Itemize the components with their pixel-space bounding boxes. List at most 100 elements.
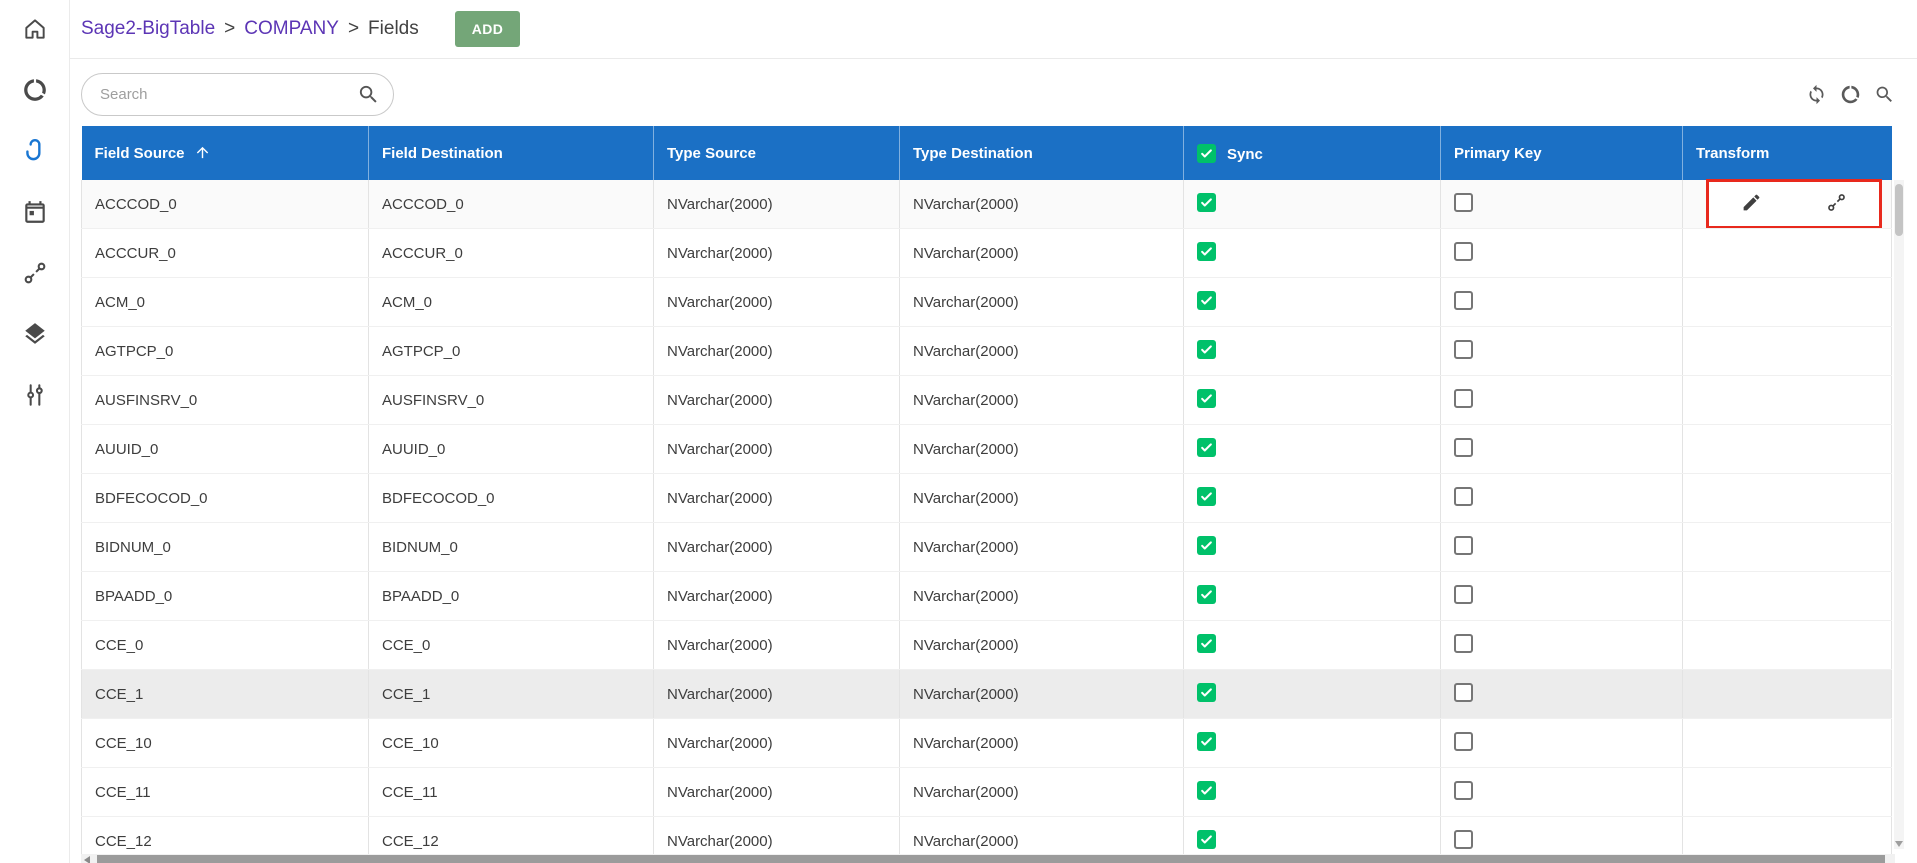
sync-checkbox[interactable]: [1197, 487, 1216, 506]
table-row[interactable]: BDFECOCOD_0 BDFECOCOD_0 NVarchar(2000) N…: [82, 474, 1892, 523]
cell-type-source: NVarchar(2000): [654, 376, 900, 425]
table-row[interactable]: BPAADD_0 BPAADD_0 NVarchar(2000) NVarcha…: [82, 572, 1892, 621]
table-row[interactable]: CCE_0 CCE_0 NVarchar(2000) NVarchar(2000…: [82, 621, 1892, 670]
table-row[interactable]: BIDNUM_0 BIDNUM_0 NVarchar(2000) NVarcha…: [82, 523, 1892, 572]
sync-checkbox[interactable]: [1197, 781, 1216, 800]
cell-type-destination: NVarchar(2000): [900, 572, 1184, 621]
scroll-down-arrow-icon[interactable]: [1895, 841, 1903, 847]
cell-sync: [1184, 768, 1441, 817]
sync-all-checkbox[interactable]: [1197, 144, 1216, 163]
cell-text: AGTPCP_0: [95, 343, 173, 360]
table-row[interactable]: CCE_1 CCE_1 NVarchar(2000) NVarchar(2000…: [82, 670, 1892, 719]
primary-key-checkbox[interactable]: [1454, 438, 1473, 457]
search-icon[interactable]: [1874, 84, 1895, 105]
sidebar-item-home[interactable]: [22, 16, 48, 42]
sync-checkbox[interactable]: [1197, 634, 1216, 653]
sidebar-item-schedule[interactable]: [22, 199, 48, 225]
pie-chart-icon[interactable]: [1840, 84, 1861, 105]
primary-key-checkbox[interactable]: [1454, 781, 1473, 800]
cell-type-source: NVarchar(2000): [654, 719, 900, 768]
table-row[interactable]: CCE_10 CCE_10 NVarchar(2000) NVarchar(20…: [82, 719, 1892, 768]
sync-checkbox[interactable]: [1197, 340, 1216, 359]
sidebar-item-layers[interactable]: [22, 321, 48, 347]
sync-checkbox[interactable]: [1197, 291, 1216, 310]
primary-key-checkbox[interactable]: [1454, 830, 1473, 849]
primary-key-checkbox[interactable]: [1454, 487, 1473, 506]
cell-sync: [1184, 180, 1441, 229]
cell-text: ACCCOD_0: [95, 196, 177, 213]
sidebar-item-connections[interactable]: [22, 138, 48, 164]
column-header-transform[interactable]: Transform: [1683, 126, 1892, 180]
sync-checkbox[interactable]: [1197, 585, 1216, 604]
table-row[interactable]: AGTPCP_0 AGTPCP_0 NVarchar(2000) NVarcha…: [82, 327, 1892, 376]
primary-key-checkbox[interactable]: [1454, 193, 1473, 212]
primary-key-checkbox[interactable]: [1454, 585, 1473, 604]
cell-text: NVarchar(2000): [913, 441, 1019, 458]
horizontal-scrollbar[interactable]: [81, 854, 1895, 863]
cell-sync: [1184, 670, 1441, 719]
cell-transform: [1683, 278, 1892, 327]
scroll-left-arrow-icon[interactable]: [84, 856, 90, 863]
cell-text: BPAADD_0: [382, 588, 459, 605]
primary-key-checkbox[interactable]: [1454, 634, 1473, 653]
sync-checkbox[interactable]: [1197, 732, 1216, 751]
breadcrumb-link[interactable]: Sage2-BigTable: [81, 18, 215, 40]
primary-key-checkbox[interactable]: [1454, 683, 1473, 702]
cell-field-destination: CCE_10: [369, 719, 654, 768]
sync-checkbox[interactable]: [1197, 830, 1216, 849]
column-header-sync[interactable]: Sync: [1184, 126, 1441, 180]
cell-field-source: BPAADD_0: [82, 572, 369, 621]
table-row[interactable]: ACM_0 ACM_0 NVarchar(2000) NVarchar(2000…: [82, 278, 1892, 327]
table-row[interactable]: AUSFINSRV_0 AUSFINSRV_0 NVarchar(2000) N…: [82, 376, 1892, 425]
sync-checkbox[interactable]: [1197, 536, 1216, 555]
cell-sync: [1184, 425, 1441, 474]
primary-key-checkbox[interactable]: [1454, 732, 1473, 751]
column-header-field-destination[interactable]: Field Destination: [369, 126, 654, 180]
primary-key-checkbox[interactable]: [1454, 291, 1473, 310]
sync-checkbox[interactable]: [1197, 193, 1216, 212]
table-row[interactable]: ACCCOD_0 ACCCOD_0 NVarchar(2000) NVarcha…: [82, 180, 1892, 229]
search-input[interactable]: [100, 86, 347, 103]
search-icon[interactable]: [357, 83, 380, 106]
cell-text: NVarchar(2000): [913, 343, 1019, 360]
cell-transform: [1683, 670, 1892, 719]
column-header-field-source[interactable]: Field Source: [82, 126, 369, 180]
sidebar-item-tuning[interactable]: [22, 382, 48, 408]
cell-text: CCE_0: [382, 637, 430, 654]
sidebar-item-transform[interactable]: [22, 260, 48, 286]
primary-key-checkbox[interactable]: [1454, 242, 1473, 261]
cell-text: ACCCUR_0: [95, 245, 176, 262]
sync-checkbox[interactable]: [1197, 438, 1216, 457]
primary-key-checkbox[interactable]: [1454, 389, 1473, 408]
primary-key-checkbox[interactable]: [1454, 340, 1473, 359]
vertical-scrollbar-thumb[interactable]: [1895, 184, 1903, 236]
column-label: Sync: [1227, 146, 1263, 163]
column-header-type-source[interactable]: Type Source: [654, 126, 900, 180]
search-box: [81, 73, 394, 116]
run-transform-button[interactable]: [1813, 186, 1861, 222]
cell-transform: [1683, 425, 1892, 474]
cell-text: BDFECOCOD_0: [95, 490, 208, 507]
refresh-icon[interactable]: [1806, 84, 1827, 105]
sync-checkbox[interactable]: [1197, 683, 1216, 702]
sync-checkbox[interactable]: [1197, 389, 1216, 408]
primary-key-checkbox[interactable]: [1454, 536, 1473, 555]
cell-type-source: NVarchar(2000): [654, 768, 900, 817]
column-header-type-destination[interactable]: Type Destination: [900, 126, 1184, 180]
table-row[interactable]: ACCCUR_0 ACCCUR_0 NVarchar(2000) NVarcha…: [82, 229, 1892, 278]
cell-type-destination: NVarchar(2000): [900, 425, 1184, 474]
table-row[interactable]: CCE_11 CCE_11 NVarchar(2000) NVarchar(20…: [82, 768, 1892, 817]
sync-checkbox[interactable]: [1197, 242, 1216, 261]
horizontal-scrollbar-thumb[interactable]: [97, 855, 1885, 863]
cell-field-source: BIDNUM_0: [82, 523, 369, 572]
breadcrumb-link[interactable]: COMPANY: [244, 18, 339, 40]
vertical-scrollbar[interactable]: [1894, 180, 1904, 849]
cell-type-source: NVarchar(2000): [654, 278, 900, 327]
edit-transform-button[interactable]: [1728, 186, 1776, 222]
pencil-icon: [1741, 192, 1762, 216]
table-row[interactable]: AUUID_0 AUUID_0 NVarchar(2000) NVarchar(…: [82, 425, 1892, 474]
app-root: Sage2-BigTable>COMPANY>Fields ADD: [0, 0, 1917, 863]
column-header-primary-key[interactable]: Primary Key: [1441, 126, 1683, 180]
add-button[interactable]: ADD: [455, 11, 521, 47]
sidebar-item-dashboard[interactable]: [22, 77, 48, 103]
